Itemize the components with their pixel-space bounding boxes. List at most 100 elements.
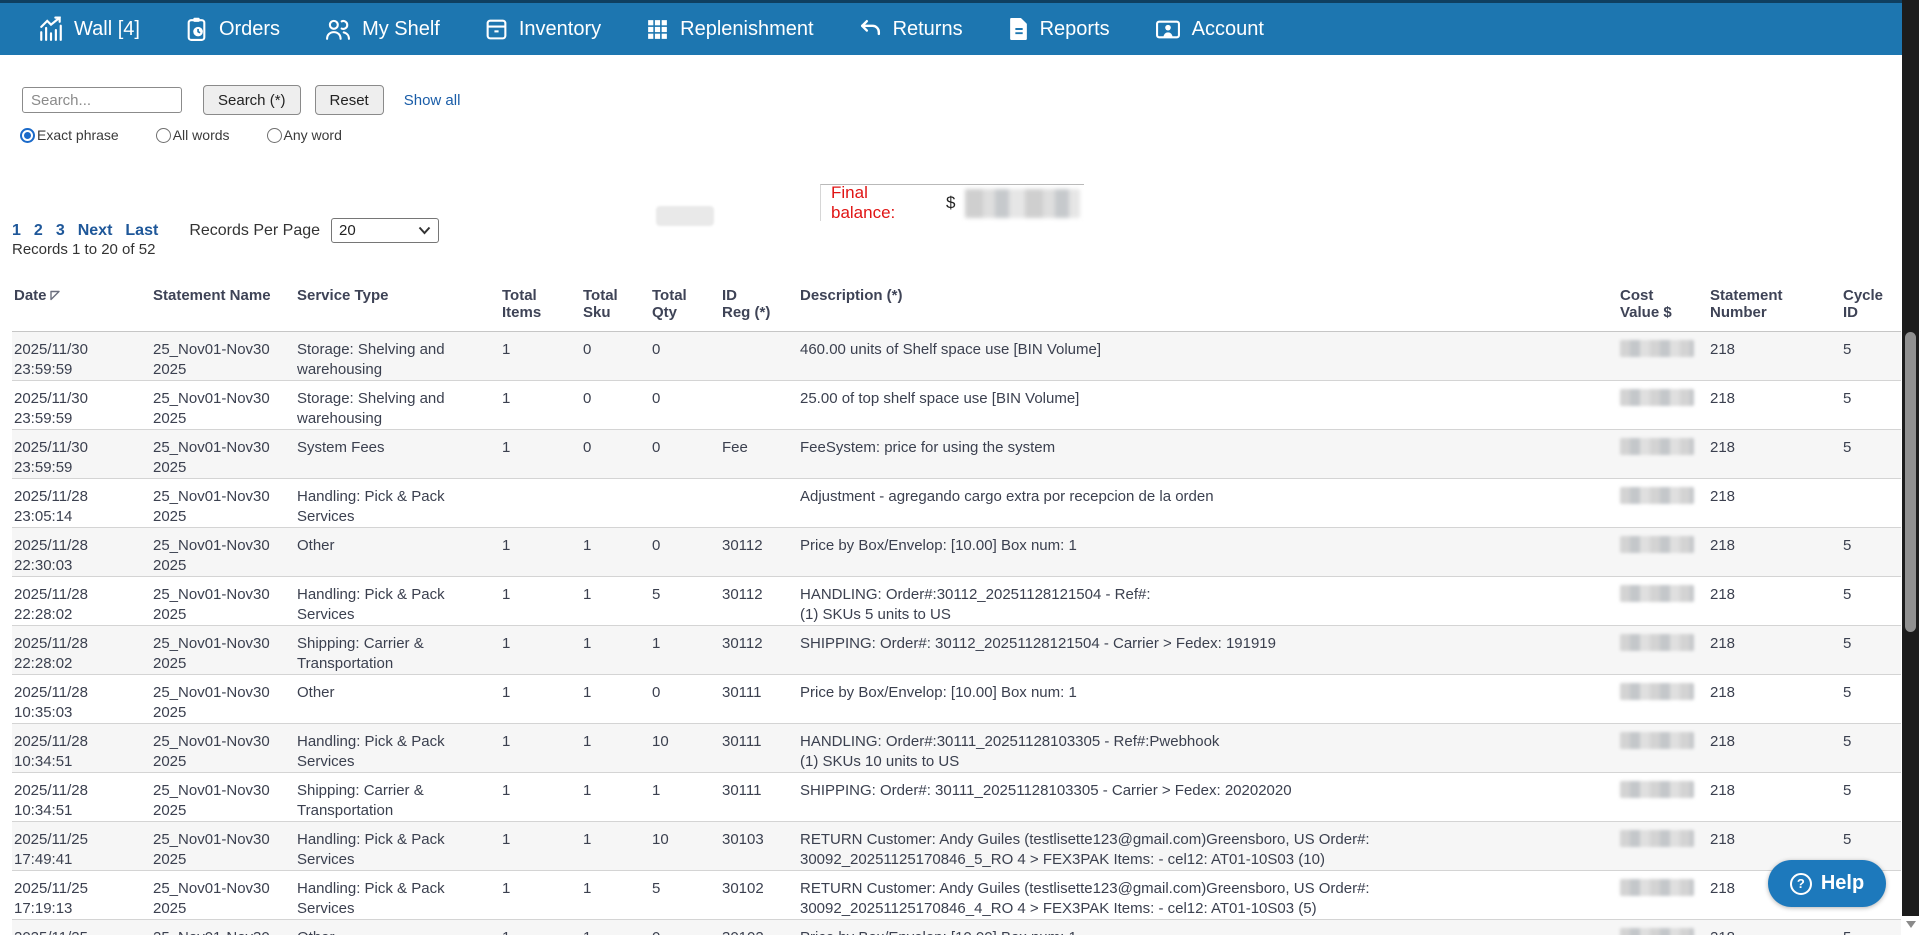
cell-service-type: Shipping: Carrier & Transportation [295,626,500,675]
pagination-bar: 123NextLast Records Per Page 20 [12,218,439,243]
cell-statement-name: 25_Nov01-Nov302025 [151,871,295,920]
nav-item-wall-4[interactable]: Wall [4] [38,16,140,42]
reset-button[interactable]: Reset [315,85,384,115]
column-header-label: Statement Name [153,287,271,304]
radio-unchecked-icon[interactable] [156,128,171,143]
pagination-link-last[interactable]: Last [125,222,158,240]
cell-cycle-id: 5 [1841,430,1901,479]
cell-id-reg: Fee [720,430,798,479]
pagination-link-3[interactable]: 3 [56,222,65,240]
scrollbar-thumb[interactable] [1905,332,1916,632]
redacted-cost-value [1620,487,1694,504]
column-header-service-type[interactable]: Service Type [295,280,500,332]
cell-service-type: Other [295,675,500,724]
cell-total-items: 1 [500,871,581,920]
column-header-cycle-id[interactable]: CycleID [1841,280,1901,332]
column-header-description[interactable]: Description (*) [798,280,1618,332]
cell-statement-name: 25_Nov01-Nov302025 [151,724,295,773]
nav-item-account[interactable]: Account [1154,17,1264,42]
radio-checked-icon[interactable] [20,128,35,143]
currency-symbol: $ [946,193,955,213]
search-input[interactable] [22,87,182,113]
nav-item-my-shelf[interactable]: My Shelf [324,17,440,42]
nav-item-inventory[interactable]: Inventory [484,17,601,42]
column-header-total-items[interactable]: TotalItems [500,280,581,332]
cell-statement-name: 25_Nov01-Nov302025 [151,430,295,479]
statements-table: DateStatement Name Service TypeTotalItems… [12,280,1901,935]
nav-item-replenishment[interactable]: Replenishment [645,17,813,42]
cell-service-type: Other [295,920,500,935]
sort-order-icon [49,288,61,305]
cell-total-sku: 1 [581,724,650,773]
table-row: 2025/11/2822:30:0325_Nov01-Nov302025Othe… [12,528,1901,577]
nav-item-reports[interactable]: Reports [1007,16,1110,42]
cell-date: 2025/11/3023:59:59 [12,430,151,479]
redacted-cost-value [1620,438,1694,455]
help-button[interactable]: ? Help [1768,860,1886,907]
cell-total-qty: 0 [650,332,720,381]
column-header-id-reg[interactable]: IDReg (*) [720,280,798,332]
cell-total-qty: 1 [650,626,720,675]
column-header-total-qty[interactable]: TotalQty [650,280,720,332]
radio-option-label: Any word [284,127,342,143]
nav-item-orders[interactable]: Orders [184,16,280,42]
column-header-date[interactable]: Date [12,280,151,332]
cell-statement-number: 218 [1708,724,1841,773]
cell-cost-value [1618,430,1708,479]
radio-option-label: All words [173,127,230,143]
radio-option-exact-phrase[interactable]: Exact phrase [20,127,119,143]
cell-id-reg: 30111 [720,675,798,724]
cell-description: 460.00 units of Shelf space use [BIN Vol… [798,332,1618,381]
cell-statement-number: 218 [1708,332,1841,381]
column-header-label: TotalSku [583,287,618,321]
my-shelf-people-icon [324,17,352,42]
column-header-statement-name[interactable]: Statement Name [151,280,295,332]
cell-total-qty: 1 [650,773,720,822]
search-button[interactable]: Search (*) [203,85,301,115]
redacted-cost-value [1620,781,1694,798]
cell-total-items: 1 [500,528,581,577]
nav-item-label: Reports [1040,18,1110,41]
radio-option-any-word[interactable]: Any word [267,127,342,143]
table-row: 2025/11/2810:34:5125_Nov01-Nov302025Hand… [12,724,1901,773]
cell-date: 2025/11/2810:34:51 [12,724,151,773]
radio-unchecked-icon[interactable] [267,128,282,143]
redacted-cost-value [1620,683,1694,700]
pagination-link-2[interactable]: 2 [34,222,43,240]
nav-item-returns[interactable]: Returns [858,17,963,42]
table-row: 2025/11/3023:59:5925_Nov01-Nov302025Stor… [12,381,1901,430]
cell-cycle-id: 5 [1841,724,1901,773]
column-header-statement-number[interactable]: StatementNumber [1708,280,1841,332]
nav-item-label: Replenishment [680,18,813,41]
column-header-total-sku[interactable]: TotalSku [581,280,650,332]
nav-item-label: Inventory [519,18,601,41]
records-per-page-select[interactable]: 20 [331,218,439,243]
cell-cycle-id: 5 [1841,675,1901,724]
column-header-cost-value[interactable]: CostValue $ [1618,280,1708,332]
cell-statement-name: 25_Nov01-Nov302025 [151,577,295,626]
cell-statement-number: 218 [1708,675,1841,724]
cell-total-qty: 5 [650,577,720,626]
cell-date: 2025/11/2517:49:41 [12,822,151,871]
table-row: 2025/11/2810:35:0325_Nov01-Nov302025Othe… [12,675,1901,724]
show-all-link[interactable]: Show all [404,92,461,109]
cell-statement-name: 25_Nov01-Nov302025 [151,626,295,675]
cell-total-items: 1 [500,577,581,626]
cell-cycle-id: 5 [1841,528,1901,577]
cell-total-qty: 0 [650,430,720,479]
cell-cost-value [1618,822,1708,871]
cell-id-reg: 30102 [720,871,798,920]
pagination-link-next[interactable]: Next [78,222,113,240]
scrollbar-down-arrow-icon[interactable] [1906,921,1916,928]
final-balance-box: Final balance: $ [820,184,1084,221]
column-header-label: TotalQty [652,287,687,321]
cell-service-type: Shipping: Carrier & Transportation [295,773,500,822]
cell-date: 2025/11/25 [12,920,151,935]
radio-option-all-words[interactable]: All words [156,127,230,143]
cell-cost-value [1618,675,1708,724]
cell-total-qty: 0 [650,528,720,577]
cell-id-reg: 30103 [720,822,798,871]
pagination-link-1[interactable]: 1 [12,222,21,240]
cell-cost-value [1618,479,1708,528]
cell-cost-value [1618,577,1708,626]
